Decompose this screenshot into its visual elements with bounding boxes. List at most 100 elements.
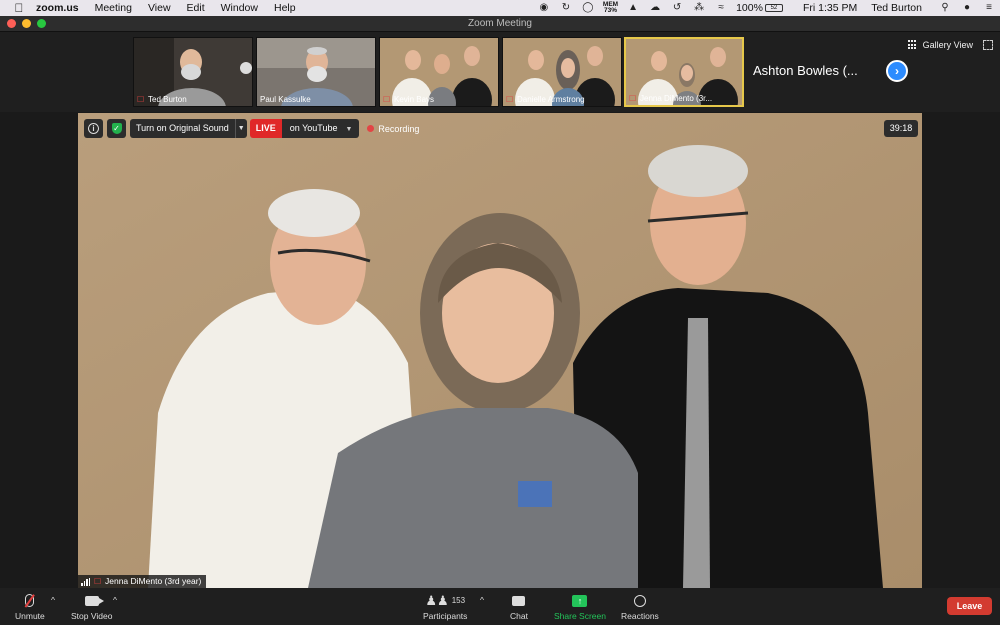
original-sound-dropdown[interactable]: ▼ bbox=[234, 119, 247, 138]
mic-off-icon bbox=[25, 594, 35, 607]
recording-dot-icon bbox=[367, 125, 375, 132]
active-speaker-video bbox=[78, 113, 922, 588]
signal-strength-icon bbox=[81, 577, 91, 586]
time-machine-icon[interactable]: ↺ bbox=[671, 3, 683, 13]
mic-off-icon: ☐ bbox=[629, 94, 637, 103]
participant-strip: ☐ Ted Burton Paul Kassulke ☐ Kevin Bays … bbox=[0, 32, 1000, 112]
video-status-toolbar: i ✓ Turn on Original Sound ▼ LIVE on You… bbox=[84, 119, 419, 138]
chevron-down-icon: ▼ bbox=[237, 125, 245, 132]
share-screen-label: Share Screen bbox=[554, 611, 606, 621]
window-title: Zoom Meeting bbox=[468, 18, 532, 29]
share-arrow-icon: ↑ bbox=[572, 594, 588, 607]
mem-value: 73% bbox=[603, 7, 617, 14]
participant-name-tag: ☐ Kevin Bays bbox=[383, 95, 434, 104]
menu-clock[interactable]: Fri 1:35 PM bbox=[803, 2, 857, 14]
reactions-button[interactable]: Reactions bbox=[621, 592, 659, 621]
participant-thumbnail[interactable]: ☐ Danielle Armstrong bbox=[502, 37, 622, 107]
gallery-view-label: Gallery View bbox=[922, 40, 973, 50]
video-options-caret[interactable]: ^ bbox=[113, 595, 117, 605]
chat-label: Chat bbox=[510, 611, 528, 621]
participants-button[interactable]: ♟♟ 153 Participants bbox=[423, 592, 468, 622]
chat-bubble-icon bbox=[512, 595, 526, 606]
zoom-status-icon[interactable]: ◉ bbox=[538, 3, 550, 13]
menu-app-name[interactable]: zoom.us bbox=[36, 2, 79, 14]
window-title-bar: Zoom Meeting bbox=[0, 16, 1000, 32]
memory-monitor[interactable]: MEM 73% bbox=[603, 1, 618, 14]
next-page-arrow-icon[interactable]: › bbox=[886, 60, 908, 82]
participants-label: Participants bbox=[423, 611, 468, 621]
gallery-view-button[interactable]: Gallery View bbox=[907, 40, 973, 50]
spotlight-search-icon[interactable]: ⚲ bbox=[939, 3, 951, 13]
menu-window[interactable]: Window bbox=[221, 2, 258, 14]
recording-indicator: Recording bbox=[367, 124, 419, 134]
notification-center-icon[interactable]: ≡ bbox=[983, 3, 995, 13]
youtube-label: on YouTube bbox=[289, 123, 338, 133]
share-screen-button[interactable]: ↑ Share Screen bbox=[554, 592, 606, 621]
menu-help[interactable]: Help bbox=[274, 2, 296, 14]
menu-view[interactable]: View bbox=[148, 2, 171, 14]
status-area: ◉ ↻ ◯ MEM 73% ▲ ☁ ↺ ⁂ ≈ 100% 52 Fri 1:35… bbox=[533, 0, 1000, 16]
audio-options-caret[interactable]: ^ bbox=[51, 595, 55, 605]
meeting-controls-bar: Unmute ^ Stop Video ^ ♟♟ 153 Participants… bbox=[0, 588, 1000, 625]
participant-name-tag: Paul Kassulke bbox=[260, 95, 311, 104]
participants-count: 153 bbox=[451, 596, 466, 605]
participant-name: Danielle Armstrong bbox=[517, 95, 585, 104]
participant-name-tag: ☐ Jenna DiMento (3r... bbox=[629, 94, 712, 103]
apple-icon[interactable]:  bbox=[12, 1, 26, 15]
grid-icon bbox=[907, 40, 918, 50]
participants-options-caret[interactable]: ^ bbox=[480, 595, 484, 605]
participant-thumbnail[interactable]: ☐ Ted Burton bbox=[133, 37, 253, 107]
battery-badge: 52 bbox=[770, 5, 778, 11]
participant-name-tag: ☐ Danielle Armstrong bbox=[506, 95, 585, 104]
sync-icon[interactable]: ↻ bbox=[560, 3, 572, 13]
unmute-button[interactable]: Unmute bbox=[15, 592, 45, 621]
leave-button[interactable]: Leave bbox=[947, 597, 992, 615]
speaker-video-scene bbox=[78, 113, 922, 588]
participants-icon: ♟♟ bbox=[425, 592, 449, 608]
glasses-icon[interactable]: ◯ bbox=[582, 3, 594, 13]
fullscreen-icon[interactable] bbox=[983, 40, 993, 50]
shield-check-icon: ✓ bbox=[111, 123, 122, 134]
participant-thumbnail-active[interactable]: ☐ Jenna DiMento (3r... bbox=[624, 37, 744, 107]
participant-thumbnail[interactable]: Paul Kassulke bbox=[256, 37, 376, 107]
bluetooth-icon[interactable]: ⁂ bbox=[693, 3, 705, 13]
participant-name: Ted Burton bbox=[148, 95, 187, 104]
siri-icon[interactable]: ● bbox=[961, 3, 973, 13]
mic-off-icon: ☐ bbox=[137, 95, 145, 104]
reactions-label: Reactions bbox=[621, 611, 659, 621]
participant-name: Kevin Bays bbox=[394, 95, 435, 104]
macos-menu-bar:  zoom.us Meeting View Edit Window Help … bbox=[0, 0, 1000, 16]
security-button[interactable]: ✓ bbox=[107, 119, 126, 138]
stop-video-label: Stop Video bbox=[71, 611, 113, 621]
chat-button[interactable]: Chat bbox=[510, 592, 528, 621]
wifi-icon[interactable]: ≈ bbox=[715, 3, 727, 13]
original-sound-button[interactable]: Turn on Original Sound bbox=[130, 119, 235, 138]
participant-name-tag: ☐ Ted Burton bbox=[137, 95, 187, 104]
recording-label: Recording bbox=[378, 123, 420, 134]
live-badge: LIVE bbox=[249, 119, 282, 138]
mic-off-icon: ☐ bbox=[506, 95, 514, 104]
chevron-down-icon: ▼ bbox=[345, 126, 353, 133]
menu-user-name[interactable]: Ted Burton bbox=[871, 2, 922, 14]
next-participant-name: Ashton Bowles (... bbox=[753, 63, 858, 78]
cloud-icon[interactable]: ☁ bbox=[649, 3, 661, 13]
speaker-name-tag: ☐ Jenna DiMento (3rd year) bbox=[78, 575, 207, 588]
meeting-info-button[interactable]: i bbox=[84, 119, 103, 138]
mic-off-icon: ☐ bbox=[383, 95, 391, 104]
mic-off-icon: ☐ bbox=[94, 577, 102, 586]
speaker-name: Jenna DiMento (3rd year) bbox=[105, 576, 202, 586]
battery-icon[interactable]: 52 bbox=[764, 4, 783, 12]
video-camera-icon bbox=[84, 595, 104, 606]
menu-meeting[interactable]: Meeting bbox=[95, 2, 132, 14]
meeting-timer: 39:18 bbox=[884, 120, 918, 137]
caret-box-icon[interactable]: ▲ bbox=[627, 3, 639, 13]
smiley-add-icon bbox=[633, 594, 646, 607]
live-youtube-button[interactable]: on YouTube ▼ bbox=[281, 119, 360, 138]
battery-percent: 100% bbox=[736, 2, 763, 14]
screen:  zoom.us Meeting View Edit Window Help … bbox=[0, 0, 1000, 625]
stop-video-button[interactable]: Stop Video bbox=[71, 592, 112, 621]
unmute-label: Unmute bbox=[15, 611, 45, 621]
participant-thumbnail[interactable]: ☐ Kevin Bays bbox=[379, 37, 499, 107]
participant-name: Paul Kassulke bbox=[260, 95, 311, 104]
menu-edit[interactable]: Edit bbox=[187, 2, 205, 14]
